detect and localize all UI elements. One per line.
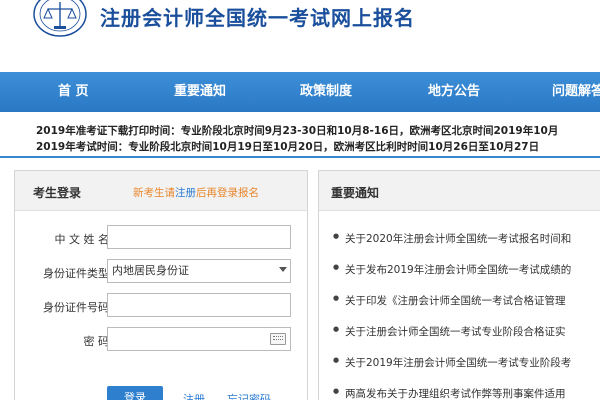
login-button[interactable]: 登录 <box>107 386 163 400</box>
nav-item-home[interactable]: 首 页 <box>58 72 89 112</box>
notice-exam-time[interactable]: 2019年考试时间：专业阶段北京时间10月19日至10月20日，欧洲考区比利时时… <box>36 139 539 154</box>
keyboard-icon[interactable] <box>270 333 286 345</box>
id-type-select[interactable]: 内地居民身份证 <box>107 259 291 283</box>
site-title: 注册会计师全国统一考试网上报名 <box>100 6 415 30</box>
password-label: 密 码 <box>83 335 110 348</box>
name-input[interactable] <box>107 225 291 249</box>
password-input[interactable] <box>107 327 291 351</box>
id-number-label: 身份证件号码 <box>43 301 109 314</box>
id-number-input[interactable] <box>107 293 291 317</box>
notice-admission-ticket[interactable]: 2019年准考证下载打印时间：专业阶段北京时间9月23-30日和10月8-16日… <box>36 123 558 138</box>
news-item[interactable]: 两高发布关于办理组织考试作弊等刑事案件适用 <box>333 386 571 400</box>
news-panel-header: 重要通知 <box>319 171 600 211</box>
name-label: 中 文 姓 名 <box>54 233 110 246</box>
register-hint-link[interactable]: 注册 <box>175 187 196 199</box>
nav-item-faq[interactable]: 问题解答 <box>552 72 600 112</box>
register-hint: 新考生请注册后再登录报名 <box>133 185 259 200</box>
news-item[interactable]: 关于2020年注册会计师全国统一考试报名时间和 <box>333 231 571 262</box>
nav-item-important-notices[interactable]: 重要通知 <box>174 72 226 112</box>
news-item[interactable]: 关于印发《注册会计师全国统一考试合格证管理 <box>333 293 571 324</box>
login-panel-header: 考生登录 新考生请注册后再登录报名 <box>15 171 307 211</box>
login-panel: 考生登录 新考生请注册后再登录报名 中 文 姓 名 身份证件类型 内地居民身份证… <box>14 170 308 400</box>
site-header: 注册会计师全国统一考试网上报名 <box>0 0 600 70</box>
register-hint-prefix: 新考生请 <box>133 187 175 199</box>
news-item[interactable]: 关于注册会计师全国统一考试专业阶段合格证实 <box>333 324 571 355</box>
news-panel: 重要通知 关于2020年注册会计师全国统一考试报名时间和 关于发布2019年注册… <box>318 170 600 400</box>
institute-logo-icon <box>33 0 87 37</box>
login-title: 考生登录 <box>33 186 82 200</box>
forgot-password-link[interactable]: 忘记密码 <box>227 391 271 400</box>
nav-item-local-announcements[interactable]: 地方公告 <box>428 72 480 112</box>
id-type-label: 身份证件类型 <box>43 267 109 280</box>
id-type-value: 内地居民身份证 <box>112 264 189 277</box>
nav-item-policies[interactable]: 政策制度 <box>300 72 352 112</box>
news-item[interactable]: 关于发布2019年注册会计师全国统一考试成绩的 <box>333 262 571 293</box>
news-title: 重要通知 <box>331 186 380 200</box>
news-item[interactable]: 关于2019年注册会计师全国统一考试专业阶段考 <box>333 355 571 386</box>
register-hint-suffix: 后再登录报名 <box>196 187 259 199</box>
notice-bar: 2019年准考证下载打印时间：专业阶段北京时间9月23-30日和10月8-16日… <box>0 112 600 158</box>
news-list: 关于2020年注册会计师全国统一考试报名时间和 关于发布2019年注册会计师全国… <box>333 231 571 400</box>
register-link[interactable]: 注册 <box>183 391 205 400</box>
chevron-down-icon <box>279 267 287 272</box>
main-nav: 首 页 重要通知 政策制度 地方公告 问题解答 <box>0 72 600 112</box>
